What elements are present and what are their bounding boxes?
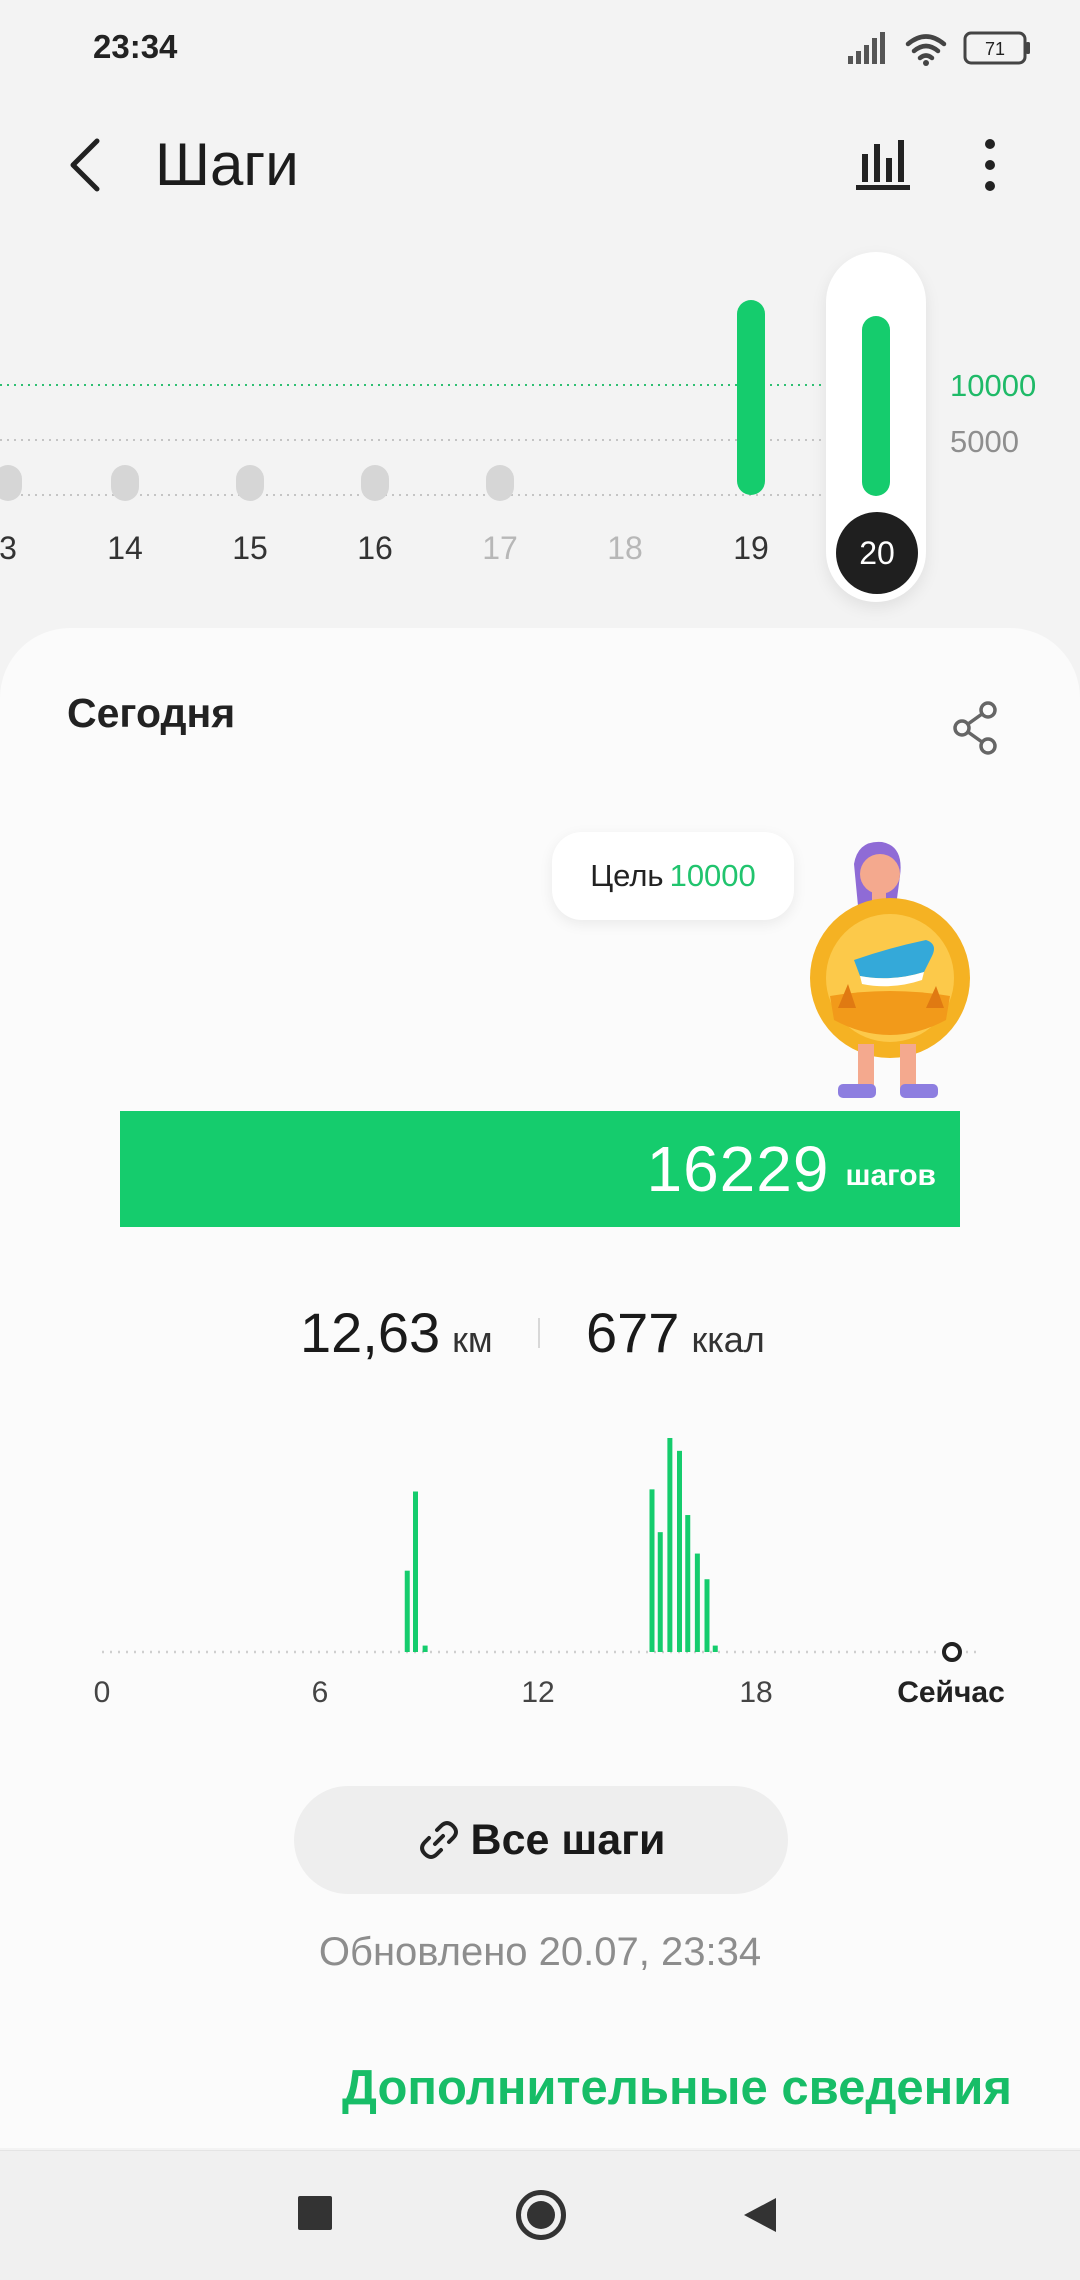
day-label-17[interactable]: 17 — [460, 530, 540, 567]
hourly-bar — [404, 1570, 410, 1652]
home-icon — [527, 2201, 555, 2229]
page-title: Шаги — [155, 131, 299, 198]
calories-unit: ккал — [691, 1319, 765, 1360]
hourly-bar — [649, 1489, 655, 1652]
day-bar-17[interactable] — [486, 465, 514, 501]
bar-chart-icon — [856, 140, 910, 190]
calories-metric: 677 ккал — [586, 1300, 765, 1365]
recent-apps-button[interactable] — [298, 2196, 332, 2230]
goal-value: 10000 — [669, 858, 756, 893]
selected-day-badge[interactable]: 20 — [836, 512, 918, 594]
hourly-bar — [694, 1553, 700, 1652]
triangle-back-icon — [744, 2198, 776, 2232]
hourly-bar — [667, 1438, 673, 1652]
hourly-bar — [704, 1579, 710, 1652]
goal-bubble: Цель 10000 — [552, 832, 794, 920]
metric-divider — [538, 1318, 540, 1348]
calories-value: 677 — [586, 1301, 680, 1364]
day-bar-15[interactable] — [236, 465, 264, 501]
steps-unit: шагов — [845, 1159, 936, 1192]
day-bar-3[interactable] — [0, 465, 22, 501]
hourly-steps-chart[interactable] — [90, 1420, 1020, 1670]
hourly-bar — [413, 1491, 418, 1652]
hour-tick-label: 12 — [521, 1676, 555, 1709]
share-icon — [953, 701, 997, 755]
system-back-button[interactable] — [742, 2196, 778, 2234]
sun-badge-icon — [810, 898, 970, 1058]
updated-timestamp: Обновлено 20.07, 23:34 — [318, 1930, 762, 1974]
battery-level: 71 — [985, 39, 1005, 59]
chevron-left-icon — [70, 138, 100, 192]
card-title: Сегодня — [67, 690, 236, 736]
status-time: 23:34 — [93, 28, 178, 65]
hour-tick-label: 0 — [93, 1676, 111, 1709]
day-bar-14[interactable] — [111, 465, 139, 501]
hourly-bar — [422, 1645, 428, 1652]
hourly-bar — [712, 1645, 718, 1652]
more-info-link[interactable]: Дополнительные сведения — [0, 2060, 1012, 2116]
weekly-steps-strip[interactable]: 3 14 15 16 17 18 19 — [0, 250, 1080, 610]
goal-label: Цель — [590, 858, 664, 893]
day-bar-16[interactable] — [361, 465, 389, 501]
day-bar-20[interactable] — [862, 316, 890, 496]
all-steps-label: Все шаги — [470, 1815, 666, 1864]
goal-axis-label: 10000 — [950, 368, 1037, 403]
statistics-button[interactable] — [852, 130, 918, 196]
steps-count: 16229 — [646, 1133, 830, 1205]
hourly-bar — [657, 1532, 663, 1652]
more-vertical-icon — [985, 139, 995, 191]
current-time-marker — [942, 1642, 962, 1662]
distance-unit: км — [452, 1319, 493, 1360]
link-icon — [419, 1821, 458, 1859]
day-label-16[interactable]: 16 — [335, 530, 415, 567]
day-label-3[interactable]: 3 — [0, 530, 48, 567]
signal-icon — [848, 32, 885, 64]
day-label-14[interactable]: 14 — [85, 530, 165, 567]
status-icons: 71 — [848, 26, 1038, 72]
share-button[interactable] — [950, 700, 1000, 756]
steps-total-bar: 16229 шагов — [120, 1111, 960, 1227]
all-steps-button[interactable]: Все шаги — [294, 1786, 788, 1894]
distance-value: 12,63 — [300, 1301, 441, 1364]
hourly-bar — [685, 1515, 691, 1652]
hour-tick-label: 18 — [739, 1676, 773, 1709]
home-button[interactable] — [516, 2190, 566, 2240]
day-label-15[interactable]: 15 — [210, 530, 290, 567]
hour-tick-label: Сейчас — [897, 1676, 1005, 1709]
mascot-illustration — [796, 836, 980, 1102]
day-label-19[interactable]: 19 — [711, 530, 791, 567]
more-options-button[interactable] — [960, 130, 1020, 200]
wifi-icon — [905, 34, 947, 61]
back-button[interactable] — [55, 130, 115, 200]
day-label-18[interactable]: 18 — [585, 530, 665, 567]
day-bar-19[interactable] — [737, 300, 765, 495]
half-goal-axis-label: 5000 — [950, 424, 1019, 459]
distance-metric: 12,63 км — [300, 1300, 493, 1365]
hour-tick-label: 6 — [311, 1676, 329, 1709]
hourly-bar — [677, 1450, 682, 1652]
